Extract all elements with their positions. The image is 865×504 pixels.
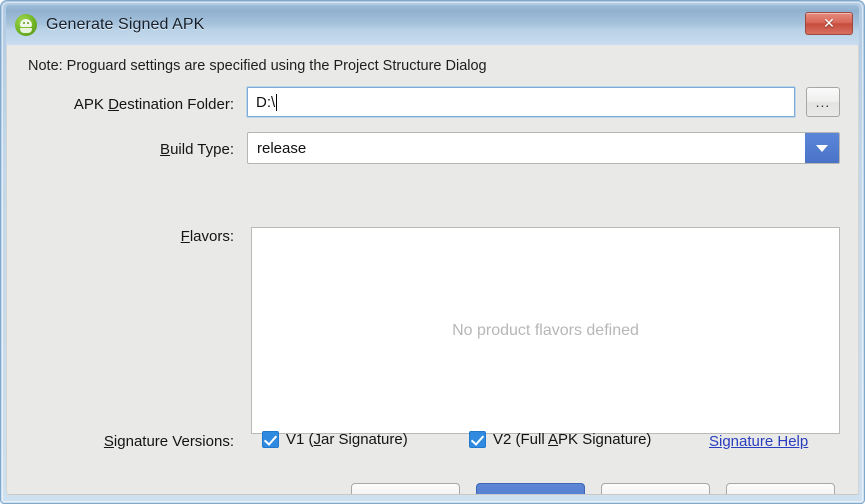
cancel-button[interactable]: Cancel (601, 483, 710, 494)
signature-versions-label-suffix: ignature Versions: (113, 433, 234, 450)
flavors-label: Flavors: (28, 228, 234, 245)
check-icon (470, 432, 485, 446)
previous-button[interactable]: Previous (351, 483, 460, 494)
android-icon (15, 14, 37, 36)
flavors-list-panel[interactable]: No product flavors defined (251, 227, 840, 434)
close-button[interactable]: ✕ (805, 12, 853, 35)
checkbox-v1-box[interactable] (262, 431, 279, 448)
checkbox-v2-full-apk-signature[interactable]: V2 (Full APK Signature) (469, 431, 651, 448)
dialog-window: Generate Signed APK ✕ Note: Proguard set… (0, 0, 865, 504)
signature-versions-label-mnemonic: S (103, 433, 114, 450)
v1-label-suffix: ar Signature) (321, 431, 408, 448)
chevron-down-icon[interactable] (805, 133, 839, 163)
dialog-content: Note: Proguard settings are specified us… (6, 45, 859, 495)
build-type-label: Build Type: (28, 141, 234, 158)
checkbox-v2-box[interactable] (469, 431, 486, 448)
destination-folder-input[interactable]: D:\ (247, 87, 795, 117)
v1-label-mnemonic: J (313, 431, 322, 448)
flavors-label-mnemonic: F (180, 228, 190, 245)
text-caret (276, 93, 278, 111)
proguard-note: Note: Proguard settings are specified us… (28, 58, 487, 74)
v2-label-mnemonic: A (548, 431, 559, 448)
close-icon: ✕ (823, 15, 835, 32)
destination-folder-label: APK Destination Folder: (28, 96, 234, 113)
build-type-value: release (257, 139, 307, 157)
destination-label-mnemonic: D (108, 96, 119, 113)
finish-button[interactable]: Finish (476, 483, 585, 494)
check-icon (263, 432, 278, 446)
v1-label-prefix: V1 ( (286, 431, 314, 448)
title-bar: Generate Signed APK ✕ (6, 5, 859, 45)
destination-label-suffix: estination Folder: (118, 96, 234, 113)
checkbox-v1-label: V1 (Jar Signature) (286, 431, 408, 448)
browse-folder-button[interactable]: ... (806, 87, 840, 117)
signature-help-link[interactable]: Signature Help (709, 433, 808, 450)
build-type-select[interactable]: release (247, 132, 840, 164)
checkbox-v1-jar-signature[interactable]: V1 (Jar Signature) (262, 431, 408, 448)
destination-label-prefix: APK (73, 96, 109, 113)
checkbox-v2-label: V2 (Full APK Signature) (493, 431, 651, 448)
window-title: Generate Signed APK (46, 16, 205, 33)
build-type-label-suffix: uild Type: (170, 141, 234, 158)
v2-label-prefix: V2 (Full (493, 431, 549, 448)
flavors-empty-message: No product flavors defined (452, 321, 639, 339)
build-type-label-mnemonic: B (160, 141, 171, 158)
ellipsis-icon: ... (815, 94, 831, 110)
signature-versions-label: Signature Versions: (28, 433, 234, 450)
flavors-label-suffix: lavors: (189, 228, 234, 245)
destination-folder-value: D:\ (256, 93, 276, 111)
help-button[interactable]: Help (726, 483, 835, 494)
v2-label-suffix: PK Signature) (558, 431, 652, 448)
